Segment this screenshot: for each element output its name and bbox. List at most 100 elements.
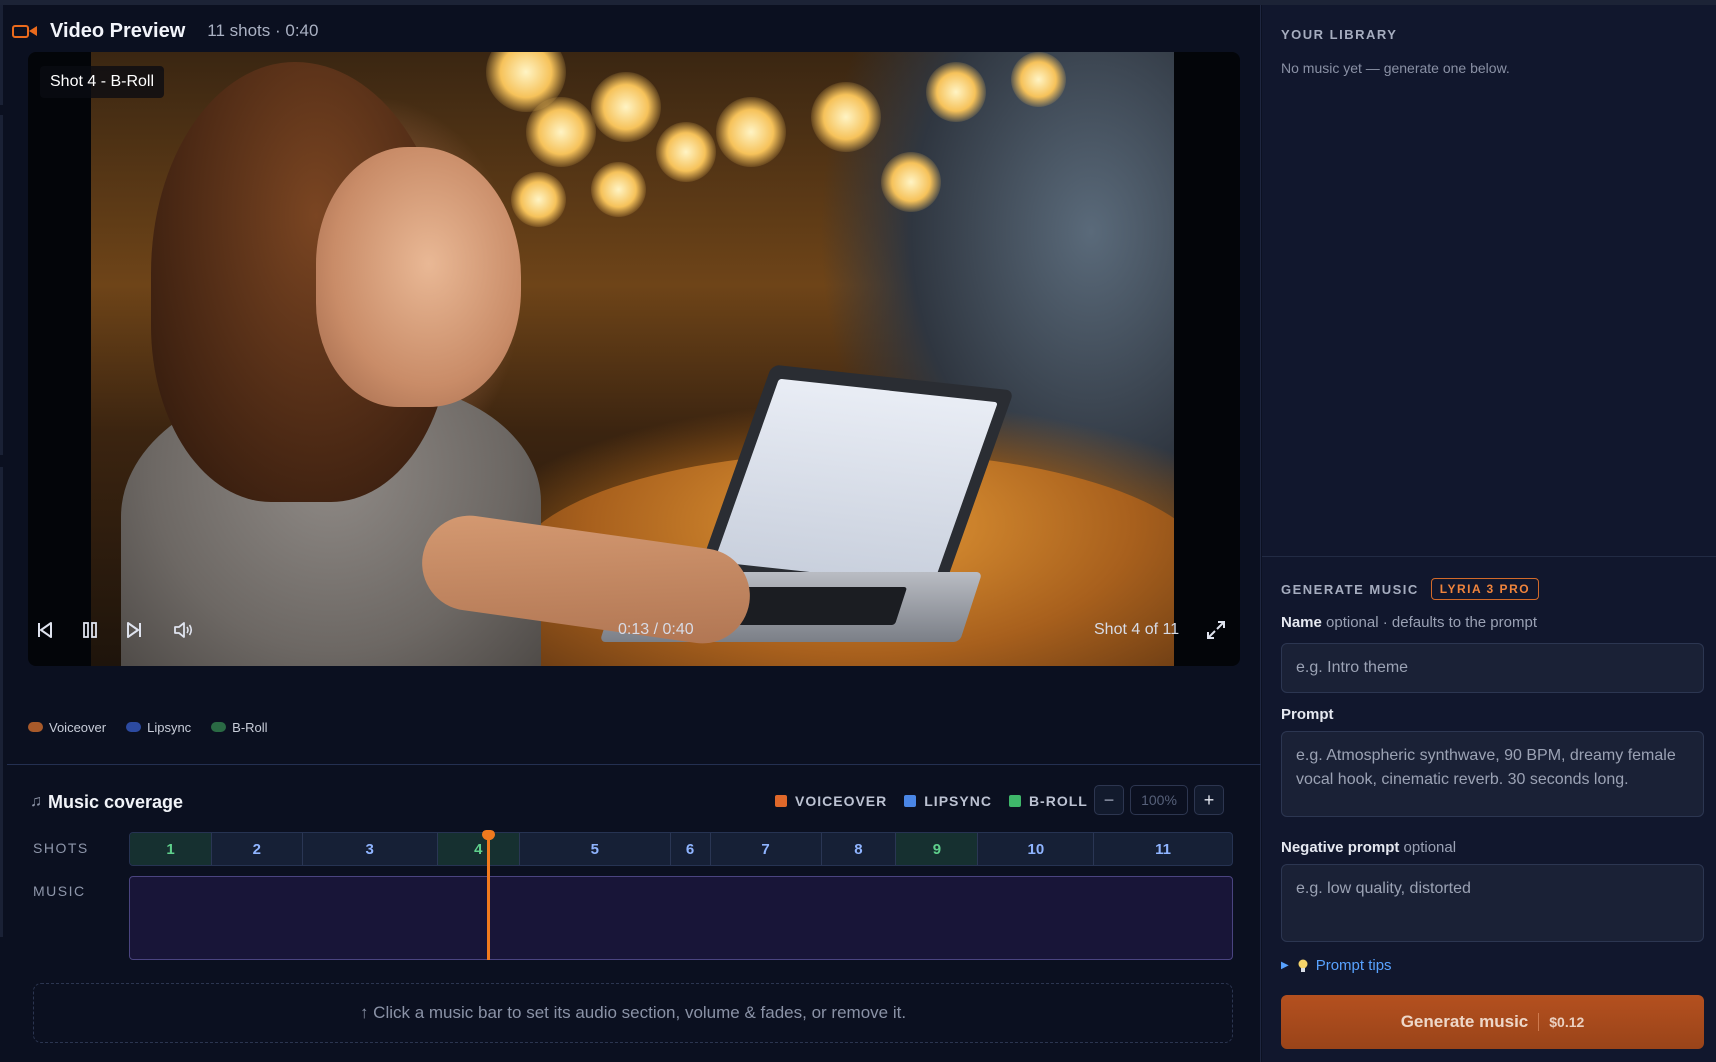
- shot-segment-2[interactable]: 2: [212, 833, 303, 865]
- scene-light: [1011, 52, 1066, 107]
- shot-segment-9[interactable]: 9: [896, 833, 979, 865]
- music-coverage-header: ♫ Music coverage: [30, 790, 183, 814]
- edge-bar: [0, 115, 3, 455]
- legend-lipsync: Lipsync: [126, 720, 191, 735]
- shot-counter: Shot 4 of 11: [1094, 621, 1180, 638]
- generate-music-title: GENERATE MUSIC: [1281, 581, 1419, 597]
- prompt-field[interactable]: e.g. Atmospheric synthwave, 90 BPM, drea…: [1281, 731, 1704, 817]
- app-window: Video Preview 11 shots · 0:40 Shot 4 - B…: [0, 0, 1716, 1062]
- negative-prompt-field[interactable]: e.g. low quality, distorted: [1281, 864, 1704, 942]
- name-placeholder: e.g. Intro theme: [1296, 659, 1409, 676]
- disclosure-arrow-icon: ▶: [1281, 960, 1289, 971]
- library-title: YOUR LIBRARY: [1281, 27, 1398, 42]
- scene-light: [591, 72, 661, 142]
- shot-segment-4[interactable]: 4: [437, 833, 520, 865]
- scene-light: [591, 162, 646, 217]
- edge-bar: [0, 467, 3, 937]
- prompt-placeholder: e.g. Atmospheric synthwave, 90 BPM, drea…: [1296, 747, 1676, 788]
- scene-light: [716, 97, 786, 167]
- shot-overlay-label: Shot 4 - B-Roll: [40, 66, 165, 98]
- generate-music-header: GENERATE MUSIC LYRIA 3 PRO: [1281, 578, 1540, 600]
- video-meta: 11 shots · 0:40: [207, 21, 319, 40]
- generate-music-button[interactable]: Generate music $0.12: [1281, 995, 1704, 1049]
- legend-label: B-Roll: [232, 719, 268, 735]
- shot-segment-11[interactable]: 11: [1094, 833, 1232, 865]
- shot-segment-3[interactable]: 3: [303, 833, 438, 865]
- lightbulb-icon: [1298, 959, 1308, 972]
- scene-light: [811, 82, 881, 152]
- legend-label: Voiceover: [49, 719, 107, 735]
- name-field[interactable]: e.g. Intro theme: [1281, 643, 1704, 693]
- music-hint: ↑ Click a music bar to set its audio sec…: [33, 983, 1233, 1043]
- library-empty-message: No music yet — generate one below.: [1281, 60, 1510, 76]
- model-badge: LYRIA 3 PRO: [1430, 578, 1540, 600]
- legend-voiceover: VOICEOVER: [775, 793, 887, 809]
- name-label: Name optional · defaults to the prompt: [1281, 614, 1537, 631]
- clip-type-legend: Voiceover Lipsync B-Roll: [28, 718, 288, 736]
- sidebar-divider: [1262, 556, 1716, 557]
- shot-segment-6[interactable]: 6: [671, 833, 711, 865]
- legend-lipsync: LIPSYNC: [904, 793, 992, 809]
- music-track[interactable]: [129, 876, 1233, 960]
- music-sidebar: YOUR LIBRARY No music yet — generate one…: [1262, 5, 1716, 1062]
- scene-light: [881, 152, 941, 212]
- shot-segment-10[interactable]: 10: [978, 833, 1095, 865]
- legend-b-roll: B-ROLL: [1008, 793, 1088, 809]
- playhead-handle[interactable]: [481, 830, 495, 840]
- video-panel: Video Preview 11 shots · 0:40 Shot 4 - B…: [0, 5, 1261, 1062]
- scene-light: [656, 122, 716, 182]
- negative-prompt-label: Negative prompt optional: [1281, 839, 1456, 856]
- shot-segment-5[interactable]: 5: [520, 833, 671, 865]
- lipsync-swatch: [126, 722, 142, 732]
- prompt-tips-label: Prompt tips: [1315, 957, 1392, 974]
- music-coverage-title: Music coverage: [48, 791, 184, 812]
- legend-voiceover: Voiceover: [28, 720, 106, 735]
- shots-track: 1 2 3 4 5 6 7 8 9 10 11: [129, 832, 1233, 866]
- playback-time: 0:13 / 0:40: [618, 621, 694, 638]
- negative-prompt-label-text: Negative prompt: [1281, 839, 1400, 856]
- prompt-label: Prompt: [1281, 706, 1334, 723]
- voiceover-swatch: [28, 722, 43, 732]
- shots-row-label: SHOTS: [33, 840, 89, 856]
- shot-segment-1[interactable]: 1: [130, 833, 213, 865]
- edge-bar: [0, 5, 3, 105]
- scene-light: [526, 97, 596, 167]
- page-title: Video Preview: [50, 19, 186, 42]
- prompt-tips-toggle[interactable]: ▶ Prompt tips: [1281, 957, 1392, 974]
- player-controls: 0:13 / 0:40 Shot 4 of 11: [28, 606, 1240, 656]
- skip-back-icon[interactable]: [33, 618, 57, 642]
- section-divider: [7, 764, 1261, 765]
- name-label-text: Name: [1281, 614, 1322, 631]
- legend-label: LIPSYNC: [924, 793, 992, 809]
- button-separator: [1538, 1013, 1540, 1031]
- scene-light: [511, 172, 566, 227]
- generate-button-label: Generate music: [1400, 1012, 1529, 1031]
- person-face: [316, 147, 521, 407]
- shot-segment-8[interactable]: 8: [822, 833, 897, 865]
- negative-prompt-placeholder: e.g. low quality, distorted: [1296, 880, 1471, 897]
- scene-light: [926, 62, 986, 122]
- skip-forward-icon[interactable]: [122, 618, 146, 642]
- video-player[interactable]: Shot 4 - B-Roll: [28, 52, 1240, 666]
- fullscreen-icon[interactable]: [1204, 618, 1228, 642]
- shot-segment-7[interactable]: 7: [711, 833, 822, 865]
- playhead[interactable]: [486, 832, 490, 960]
- music-coverage-legend: VOICEOVER LIPSYNC B-ROLL: [775, 790, 1105, 812]
- name-hint: optional · defaults to the prompt: [1326, 614, 1537, 631]
- legend-label: VOICEOVER: [795, 793, 888, 809]
- b-roll-swatch: [1008, 795, 1021, 807]
- music-note-icon: ♫: [30, 793, 42, 810]
- volume-icon[interactable]: [171, 618, 195, 642]
- prompt-label-text: Prompt: [1281, 706, 1334, 723]
- video-frame: [91, 52, 1174, 666]
- legend-label: B-ROLL: [1028, 793, 1088, 809]
- legend-label: Lipsync: [147, 719, 192, 735]
- zoom-in-button[interactable]: +: [1194, 785, 1224, 815]
- music-row-label: MUSIC: [33, 883, 86, 899]
- negative-prompt-hint: optional: [1403, 839, 1457, 856]
- zoom-level: 100%: [1130, 785, 1188, 815]
- legend-b-roll: B-Roll: [211, 719, 268, 735]
- voiceover-swatch: [775, 795, 787, 807]
- zoom-out-button[interactable]: −: [1094, 785, 1124, 815]
- pause-icon[interactable]: [78, 618, 102, 642]
